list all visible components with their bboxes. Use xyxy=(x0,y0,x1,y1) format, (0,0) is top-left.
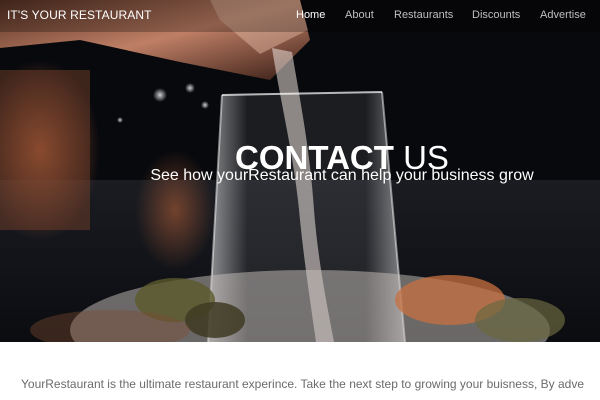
nav-link-home[interactable]: Home xyxy=(296,9,325,21)
nav-link-restaurants[interactable]: Restaurants xyxy=(394,9,453,21)
hero-section: IT'S YOUR RESTAURANT Home About Restaura… xyxy=(0,0,600,342)
nav-link-advertise[interactable]: Advertise xyxy=(540,9,586,21)
brand-logo-link[interactable]: IT'S YOUR RESTAURANT xyxy=(7,8,152,22)
nav-link-about[interactable]: About xyxy=(345,9,374,21)
intro-paragraph: YourRestaurant is the ultimate restauran… xyxy=(21,377,584,391)
top-navbar: IT'S YOUR RESTAURANT Home About Restaura… xyxy=(0,0,600,32)
hero-subtitle: See how yourRestaurant can help your bus… xyxy=(150,167,534,184)
nav-link-discounts[interactable]: Discounts xyxy=(472,9,520,21)
